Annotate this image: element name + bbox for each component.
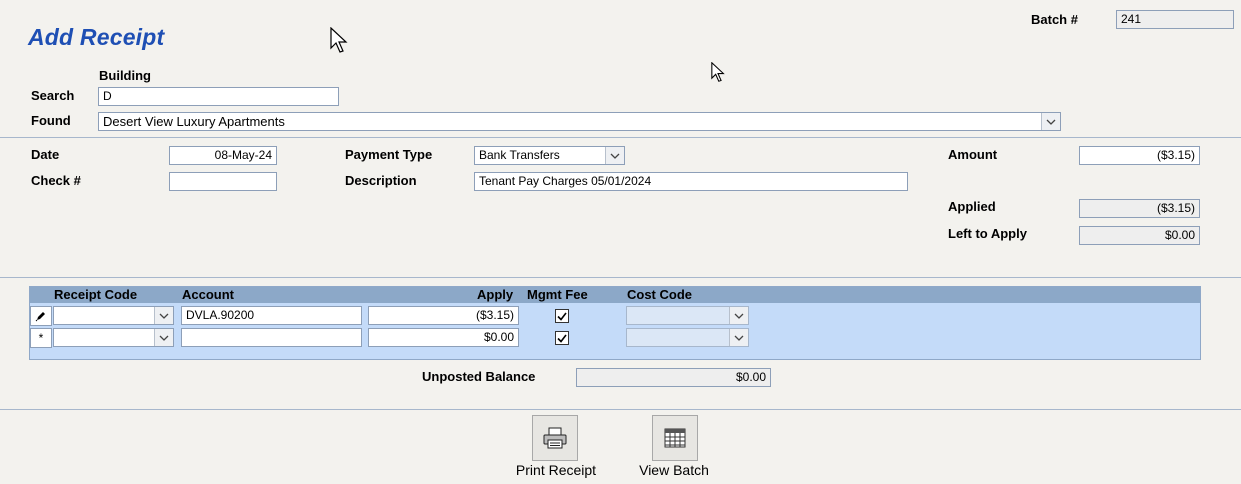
payment-type-label: Payment Type	[345, 147, 433, 162]
receipt-lines-grid: Receipt Code Account Apply Mgmt Fee Cost…	[29, 286, 1201, 360]
apply-input[interactable]: $0.00	[368, 328, 519, 347]
payment-type-value: Bank Transfers	[479, 148, 560, 162]
description-label: Description	[345, 173, 417, 188]
table-icon	[664, 428, 686, 448]
col-receipt-code: Receipt Code	[54, 287, 138, 302]
building-label: Building	[99, 68, 151, 83]
search-input[interactable]: D	[98, 87, 339, 106]
divider	[0, 277, 1241, 278]
printer-icon	[543, 427, 567, 449]
print-receipt-label[interactable]: Print Receipt	[506, 462, 606, 478]
unposted-balance-label: Unposted Balance	[422, 369, 536, 384]
account-input[interactable]	[181, 328, 362, 347]
date-label: Date	[31, 147, 60, 162]
cost-code-select[interactable]	[626, 328, 749, 347]
applied-field: ($3.15)	[1079, 199, 1200, 218]
date-field[interactable]: 08-May-24	[169, 146, 277, 165]
mgmt-fee-checkbox[interactable]	[555, 331, 569, 345]
chevron-down-icon[interactable]	[154, 307, 173, 324]
chevron-down-icon[interactable]	[729, 329, 748, 346]
batch-label: Batch #	[1031, 12, 1078, 27]
page-title: Add Receipt	[28, 24, 165, 50]
found-select-value: Desert View Luxury Apartments	[103, 114, 285, 129]
amount-label: Amount	[948, 147, 998, 162]
mouse-pointer-icon	[711, 62, 725, 82]
batch-field: 241	[1116, 10, 1234, 29]
checkmark-icon	[557, 312, 567, 321]
check-field[interactable]	[169, 172, 277, 191]
account-input[interactable]: DVLA.90200	[181, 306, 362, 325]
found-label: Found	[31, 113, 71, 128]
found-select[interactable]: Desert View Luxury Apartments	[98, 112, 1061, 131]
row-selector-new[interactable]: *	[30, 328, 52, 348]
chevron-down-icon[interactable]	[729, 307, 748, 324]
amount-field[interactable]: ($3.15)	[1079, 146, 1200, 165]
unposted-balance-field: $0.00	[576, 368, 771, 387]
grid-header: Receipt Code Account Apply Mgmt Fee Cost…	[30, 287, 1200, 303]
receipt-code-select[interactable]	[53, 306, 174, 325]
col-mgmt-fee: Mgmt Fee	[527, 287, 588, 302]
check-label: Check #	[31, 173, 81, 188]
view-batch-button[interactable]	[652, 415, 698, 461]
col-apply: Apply	[477, 287, 514, 302]
chevron-down-icon[interactable]	[1041, 113, 1060, 130]
payment-type-select[interactable]: Bank Transfers	[474, 146, 625, 165]
search-label: Search	[31, 88, 75, 103]
checkmark-icon	[557, 334, 567, 343]
mouse-pointer-icon	[330, 27, 348, 53]
left-to-apply-field: $0.00	[1079, 226, 1200, 245]
col-account: Account	[182, 287, 234, 302]
receipt-code-select[interactable]	[53, 328, 174, 347]
print-receipt-button[interactable]	[532, 415, 578, 461]
view-batch-label[interactable]: View Batch	[624, 462, 724, 478]
apply-input[interactable]: ($3.15)	[368, 306, 519, 325]
row-selector-edit[interactable]	[30, 306, 52, 326]
pencil-icon	[35, 312, 45, 322]
left-to-apply-label: Left to Apply	[948, 226, 1027, 241]
divider	[0, 409, 1241, 410]
applied-label: Applied	[948, 199, 996, 214]
divider	[0, 137, 1241, 138]
chevron-down-icon[interactable]	[605, 147, 624, 164]
col-cost-code: Cost Code	[627, 287, 692, 302]
mgmt-fee-checkbox[interactable]	[555, 309, 569, 323]
cost-code-select[interactable]	[626, 306, 749, 325]
chevron-down-icon[interactable]	[154, 329, 173, 346]
description-field[interactable]: Tenant Pay Charges 05/01/2024	[474, 172, 908, 191]
